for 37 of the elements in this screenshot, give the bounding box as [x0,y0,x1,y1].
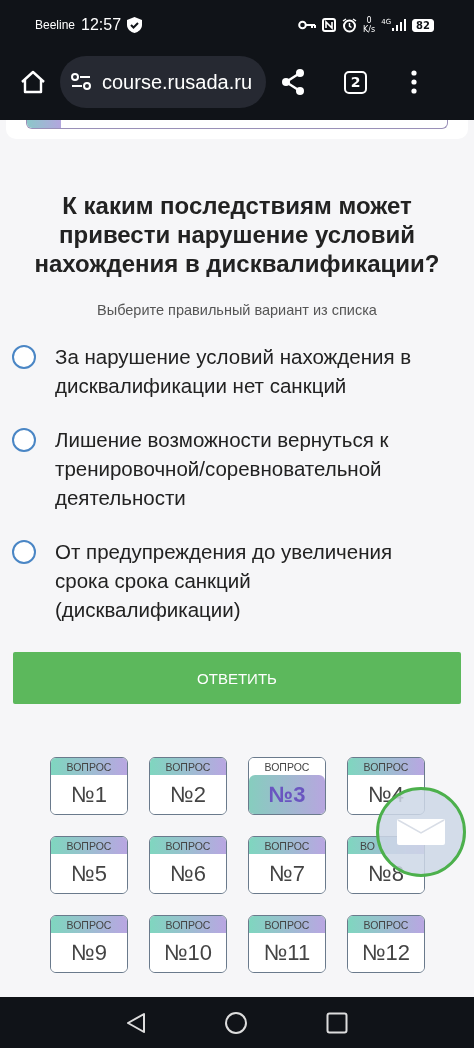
radio-button[interactable] [12,345,36,369]
clock: 12:57 [81,16,122,34]
instruction-text: Выберите правильный вариант из списка [97,302,377,318]
question-title: К каким последствиям может привести нарушение условий нахождения в дисквалификации? [33,191,441,278]
answer-option[interactable]: За нарушение условий нахождения в дисквалификации нет санкций [55,342,440,400]
radio-button[interactable] [12,428,36,452]
menu-icon[interactable] [411,70,418,94]
answer-option[interactable]: Лишение возможности вернуться к тренировочной/соревновательной деятельности [55,425,440,512]
back-icon[interactable] [126,1011,146,1034]
speed-value: 0 [366,16,372,25]
site-settings-icon[interactable] [70,73,92,91]
nfc-icon [322,18,337,32]
answer-option[interactable]: От предупреждения до увеличения срока срока санкций (дисквалификации) [55,537,440,624]
question-tile[interactable]: ВОПРОС №2 [149,757,227,815]
question-tile[interactable]: ВОПРОС №3 [248,757,326,815]
signal-icon [392,19,407,31]
question-tile[interactable]: ВОПРОС №11 [248,915,326,973]
share-icon[interactable] [280,68,307,96]
address-bar[interactable]: course.rusada.ru [60,56,267,108]
alarm-icon [342,17,358,33]
home-icon[interactable] [224,1010,248,1035]
question-tile[interactable]: ВОПРОС №5 [50,836,128,894]
battery-indicator: 82 [412,18,434,32]
question-tile[interactable]: ВОПРОС №7 [248,836,326,894]
carrier-name: Beeline [35,18,76,32]
question-tile[interactable]: ВОПРОС №1 [50,757,128,815]
tab-count-button[interactable]: 2 [344,70,368,94]
radio-button[interactable] [12,540,36,564]
speed-unit: K/s [363,25,376,34]
question-tile[interactable]: ВОПРОС №10 [149,915,227,973]
key-icon [298,20,317,30]
shield-icon [127,17,143,33]
envelope-icon [397,819,445,845]
question-tile[interactable]: ВОПРОС №9 [50,915,128,973]
question-tile[interactable]: ВОПРОС №6 [149,836,227,894]
question-tile[interactable]: ВОПРОС №12 [347,915,425,973]
recents-icon[interactable] [326,1011,348,1034]
